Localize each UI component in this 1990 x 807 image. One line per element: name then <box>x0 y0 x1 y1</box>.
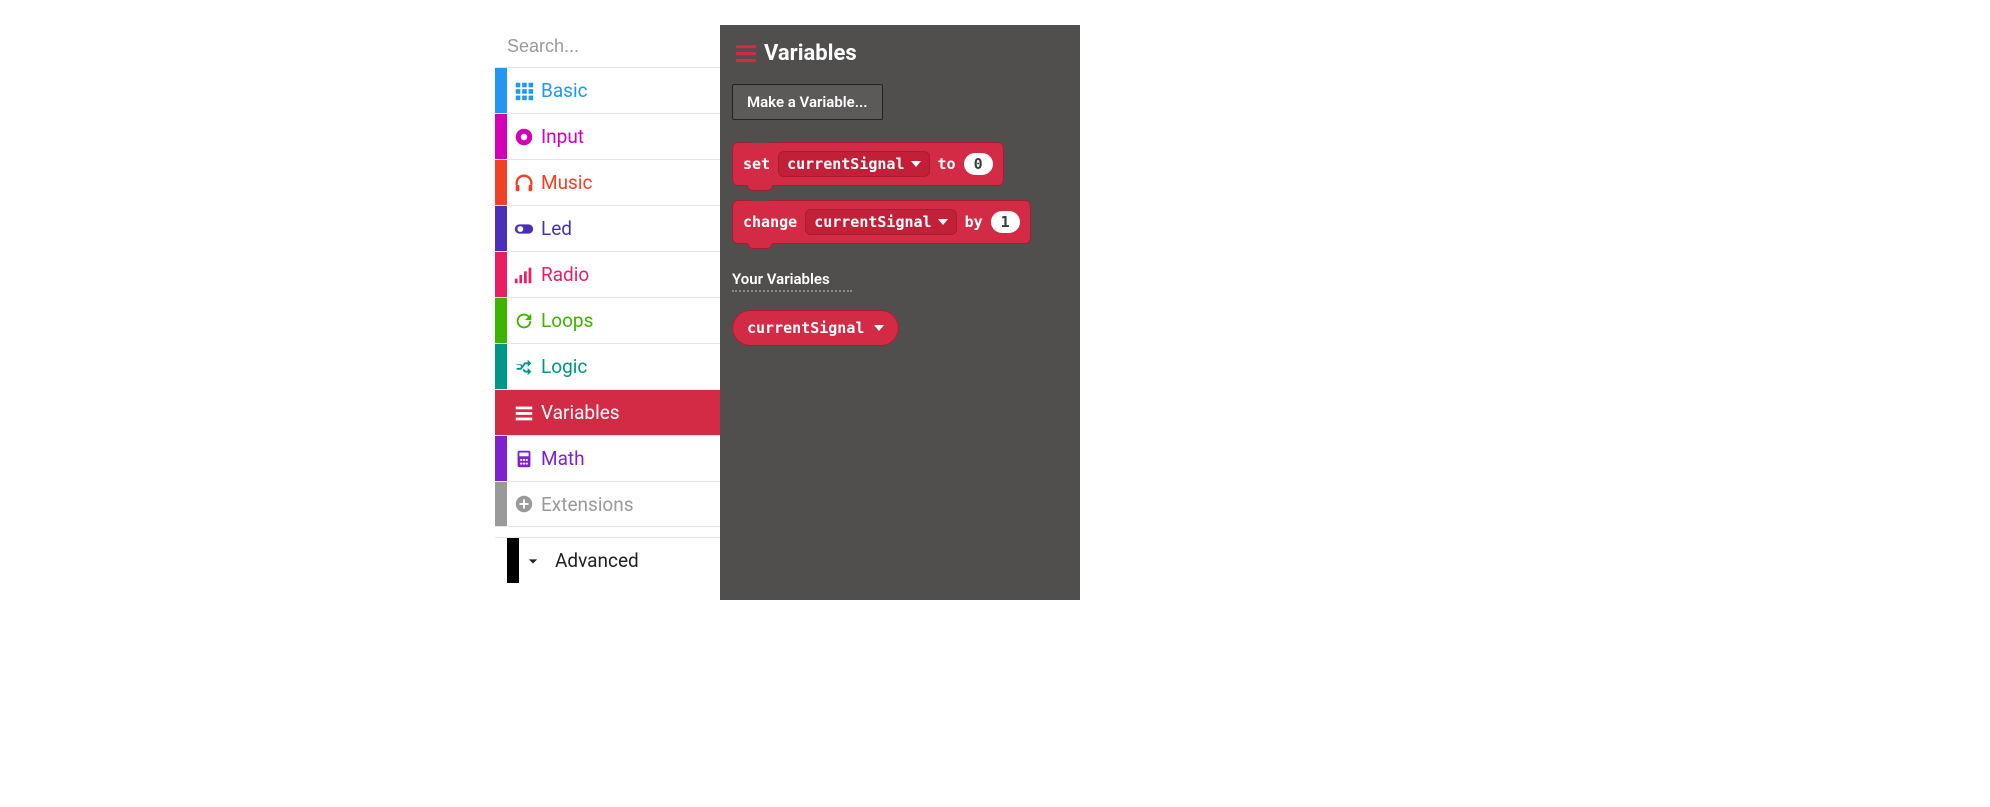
sidebar-item-math[interactable]: Math <box>495 435 720 481</box>
category-stripe <box>495 68 507 113</box>
redo-icon <box>507 310 541 332</box>
grid-icon <box>507 80 541 102</box>
category-stripe <box>495 298 507 343</box>
caret-down-icon <box>938 219 948 225</box>
block-keyword-change: change <box>743 213 797 231</box>
flyout-header: Variables <box>732 41 1068 66</box>
circle-dot-icon <box>507 126 541 148</box>
plus-circle-icon <box>507 493 541 515</box>
variable-pill[interactable]: currentSignal <box>732 310 899 346</box>
sidebar-item-loops[interactable]: Loops <box>495 297 720 343</box>
block-keyword-by: by <box>965 213 983 231</box>
variable-dropdown[interactable]: currentSignal <box>805 209 956 235</box>
sidebar-item-basic[interactable]: Basic <box>495 67 720 113</box>
category-stripe <box>495 206 507 251</box>
sidebar-item-label: Input <box>541 125 584 148</box>
signal-icon <box>507 264 541 286</box>
sidebar-item-input[interactable]: Input <box>495 113 720 159</box>
variable-dropdown[interactable]: currentSignal <box>778 151 929 177</box>
list-icon <box>736 45 756 63</box>
flyout-title: Variables <box>764 41 857 66</box>
sidebar-item-variables[interactable]: Variables <box>495 389 720 435</box>
sidebar-item-label: Logic <box>541 355 587 378</box>
calculator-icon <box>507 448 541 470</box>
shuffle-icon <box>507 356 541 378</box>
your-variables-label: Your Variables <box>732 270 1068 288</box>
variable-name: currentSignal <box>747 319 864 337</box>
variable-name: currentSignal <box>787 155 904 173</box>
advanced-label: Advanced <box>555 549 639 572</box>
sidebar-item-label: Radio <box>541 263 589 286</box>
set-variable-block[interactable]: set currentSignal to 0 <box>732 142 1004 186</box>
sidebar-item-led[interactable]: Led <box>495 205 720 251</box>
sidebar-item-label: Math <box>541 447 585 470</box>
category-stripe <box>495 344 507 389</box>
sidebar-item-label: Extensions <box>541 493 634 516</box>
sidebar-item-label: Basic <box>541 79 588 102</box>
divider <box>732 290 852 292</box>
search-row <box>495 25 720 67</box>
block-keyword-to: to <box>938 155 956 173</box>
advanced-toggle[interactable]: Advanced <box>495 537 720 583</box>
sidebar-item-label: Loops <box>541 309 593 332</box>
headphones-icon <box>507 172 541 194</box>
category-stripe <box>495 252 507 297</box>
category-stripe <box>495 160 507 205</box>
variable-name: currentSignal <box>814 213 931 231</box>
number-input[interactable]: 0 <box>964 153 993 175</box>
make-variable-button[interactable]: Make a Variable... <box>732 84 883 120</box>
category-stripe <box>495 390 507 435</box>
category-sidebar: Basic Input Music Led Radio Loops Logic Variabl… <box>495 25 720 600</box>
category-stripe <box>495 114 507 159</box>
list-icon <box>507 402 541 424</box>
number-input[interactable]: 1 <box>991 211 1020 233</box>
block-keyword-set: set <box>743 155 770 173</box>
blocks-flyout: Variables Make a Variable... set current… <box>720 25 1080 600</box>
sidebar-item-music[interactable]: Music <box>495 159 720 205</box>
sidebar-item-label: Variables <box>541 401 620 424</box>
search-input[interactable] <box>507 36 739 57</box>
advanced-stripe <box>507 538 519 583</box>
sidebar-item-extensions[interactable]: Extensions <box>495 481 720 527</box>
caret-down-icon <box>911 161 921 167</box>
sidebar-item-label: Music <box>541 171 592 194</box>
toggle-icon <box>507 218 541 240</box>
category-stripe <box>495 482 507 526</box>
caret-down-icon <box>874 325 884 331</box>
sidebar-item-label: Led <box>541 217 572 240</box>
sidebar-item-radio[interactable]: Radio <box>495 251 720 297</box>
category-stripe <box>495 436 507 481</box>
chevron-down-icon <box>523 551 543 571</box>
sidebar-item-logic[interactable]: Logic <box>495 343 720 389</box>
change-variable-block[interactable]: change currentSignal by 1 <box>732 200 1031 244</box>
